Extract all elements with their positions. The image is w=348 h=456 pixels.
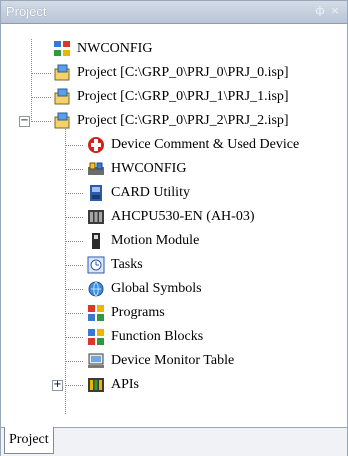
tree-item-label: Project [C:\GRP_0\PRJ_1\PRJ_1.isp] [77, 89, 289, 104]
tree-connector [65, 265, 83, 266]
tree-item-label: Device Comment & Used Device [111, 137, 300, 152]
tree-item-label: Project [C:\GRP_0\PRJ_0\PRJ_0.isp] [77, 65, 289, 80]
tree-item-label: Tasks [111, 257, 143, 272]
tree-connector [65, 217, 83, 218]
close-icon[interactable]: × [328, 4, 342, 18]
tree-connector [65, 313, 83, 314]
tree-connector [31, 121, 51, 122]
panel-titlebar: Project ф × [1, 1, 347, 24]
cpu-module-icon [87, 208, 105, 226]
tree-item-card-utility[interactable]: CARD Utility [1, 181, 347, 205]
tree-connector [65, 241, 83, 242]
tree-item-label: Function Blocks [111, 329, 204, 344]
tree-item-label: NWCONFIG [77, 41, 153, 56]
project-icon [53, 112, 71, 130]
tree-connector [31, 97, 51, 98]
programs-icon [87, 304, 105, 322]
apis-icon [87, 376, 105, 394]
tree-connector [65, 385, 83, 386]
tree-item-apis[interactable]: + APIs [1, 373, 347, 397]
tree-item-project-0[interactable]: Project [C:\GRP_0\PRJ_0\PRJ_0.isp] [1, 61, 347, 85]
expand-expander[interactable]: + [52, 380, 63, 391]
device-monitor-table-icon [87, 352, 105, 370]
tree-item-nwconfig[interactable]: NWCONFIG [1, 37, 347, 61]
tree-item-label: Project [C:\GRP_0\PRJ_2\PRJ_2.isp] [77, 113, 289, 128]
tree-connector [65, 193, 83, 194]
nwconfig-icon [53, 40, 71, 58]
tree-item-function-blocks[interactable]: Function Blocks [1, 325, 347, 349]
tree-item-label: Device Monitor Table [111, 353, 235, 368]
tree-connector [65, 145, 83, 146]
tab-project[interactable]: Project [4, 427, 54, 454]
tasks-icon [87, 256, 105, 274]
tree-item-project-1[interactable]: Project [C:\GRP_0\PRJ_1\PRJ_1.isp] [1, 85, 347, 109]
project-icon [53, 88, 71, 106]
pin-icon[interactable]: ф [313, 4, 327, 18]
tree-item-label: AHCPU530-EN (AH-03) [111, 209, 255, 224]
tree-connector [65, 169, 83, 170]
function-blocks-icon [87, 328, 105, 346]
project-icon [53, 64, 71, 82]
collapse-expander[interactable]: − [19, 116, 30, 127]
tree-item-device-monitor-table[interactable]: Device Monitor Table [1, 349, 347, 373]
tree-item-tasks[interactable]: Tasks [1, 253, 347, 277]
tree-item-label: Motion Module [111, 233, 200, 248]
tree-item-label: Programs [111, 305, 165, 320]
tree-item-label: HWCONFIG [111, 161, 187, 176]
tree-item-label: APIs [111, 377, 140, 392]
tree-item-label: CARD Utility [111, 185, 190, 200]
tree-item-motion-module[interactable]: Motion Module [1, 229, 347, 253]
hwconfig-icon [87, 160, 105, 178]
global-symbols-icon [87, 280, 105, 298]
tree-connector [65, 289, 83, 290]
tree-connector [65, 337, 83, 338]
panel-title: Project [6, 4, 47, 19]
tree-connector [65, 361, 83, 362]
tree-item-label: Global Symbols [111, 281, 202, 296]
tree-item-cpu-module[interactable]: AHCPU530-EN (AH-03) [1, 205, 347, 229]
project-panel: Project ф × NWCONFIG Project [C:\GRP_0\P… [0, 0, 348, 456]
tree-item-project-2[interactable]: − Project [C:\GRP_0\PRJ_2\PRJ_2.isp] [1, 109, 347, 133]
tree-item-hwconfig[interactable]: HWCONFIG [1, 157, 347, 181]
motion-module-icon [87, 232, 105, 250]
panel-tabbar: Project [1, 427, 347, 456]
card-utility-icon [87, 184, 105, 202]
tree-item-global-symbols[interactable]: Global Symbols [1, 277, 347, 301]
tree-item-device-comment[interactable]: Device Comment & Used Device [1, 133, 347, 157]
tree-connector [31, 73, 51, 74]
device-comment-icon [87, 136, 105, 154]
tree-item-programs[interactable]: Programs [1, 301, 347, 325]
